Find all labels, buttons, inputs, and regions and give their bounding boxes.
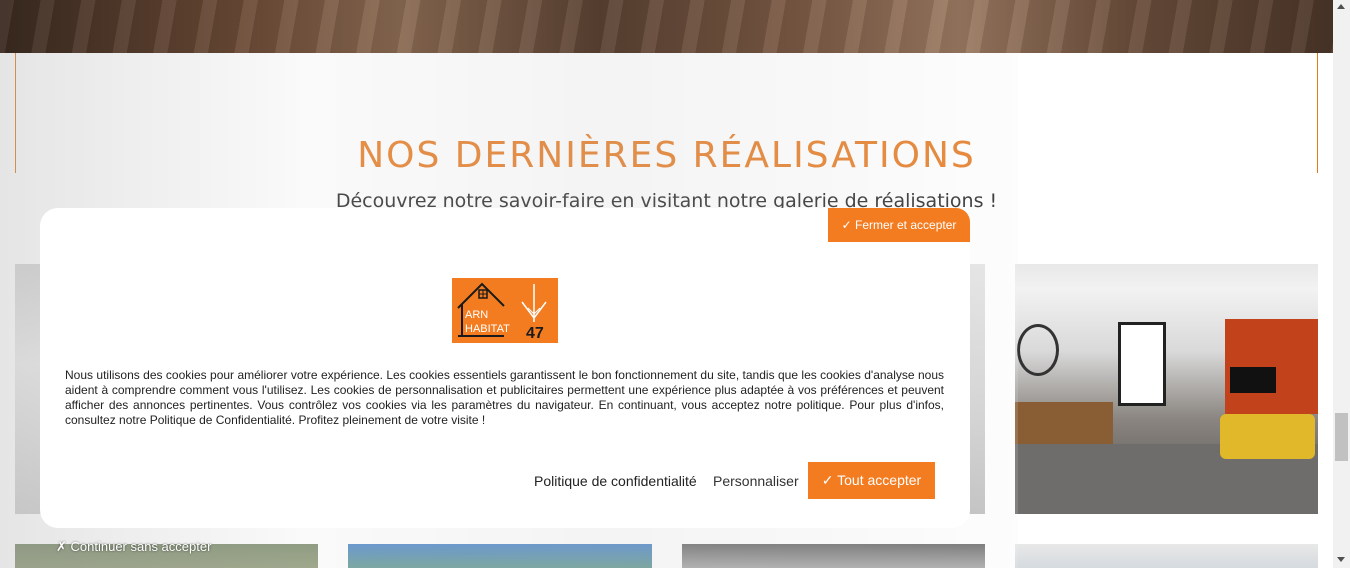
image-frame xyxy=(1118,322,1166,406)
hero-image xyxy=(0,0,1333,53)
image-tv xyxy=(1230,367,1276,393)
continue-without-accepting-link[interactable]: ✗ Continuer sans accepter xyxy=(56,539,211,555)
cookie-description: Nous utilisons des cookies pour améliore… xyxy=(65,368,944,427)
arn-habitat-logo: ARN HABITAT 47 xyxy=(452,278,558,343)
gallery-image-4[interactable] xyxy=(1015,264,1318,514)
scroll-up-icon[interactable] xyxy=(1337,4,1345,9)
scroll-down-icon[interactable] xyxy=(1337,557,1345,562)
gallery-image-8[interactable] xyxy=(1015,544,1318,568)
privacy-policy-link[interactable]: Politique de confidentialité xyxy=(534,473,697,489)
close-accept-button[interactable]: ✓ Fermer et accepter xyxy=(828,208,970,242)
logo-text-number: 47 xyxy=(526,325,544,342)
image-clock xyxy=(1017,324,1059,376)
scrollbar-thumb[interactable] xyxy=(1335,413,1348,461)
logo-text-arn: ARN xyxy=(465,309,488,321)
image-cabinet xyxy=(1015,402,1113,444)
customize-link[interactable]: Personnaliser xyxy=(713,473,799,489)
accept-all-button[interactable]: ✓ Tout accepter xyxy=(808,462,935,499)
page-scrollbar[interactable] xyxy=(1333,0,1350,568)
image-sofa xyxy=(1220,414,1315,459)
logo-text-habitat: HABITAT xyxy=(465,323,510,335)
